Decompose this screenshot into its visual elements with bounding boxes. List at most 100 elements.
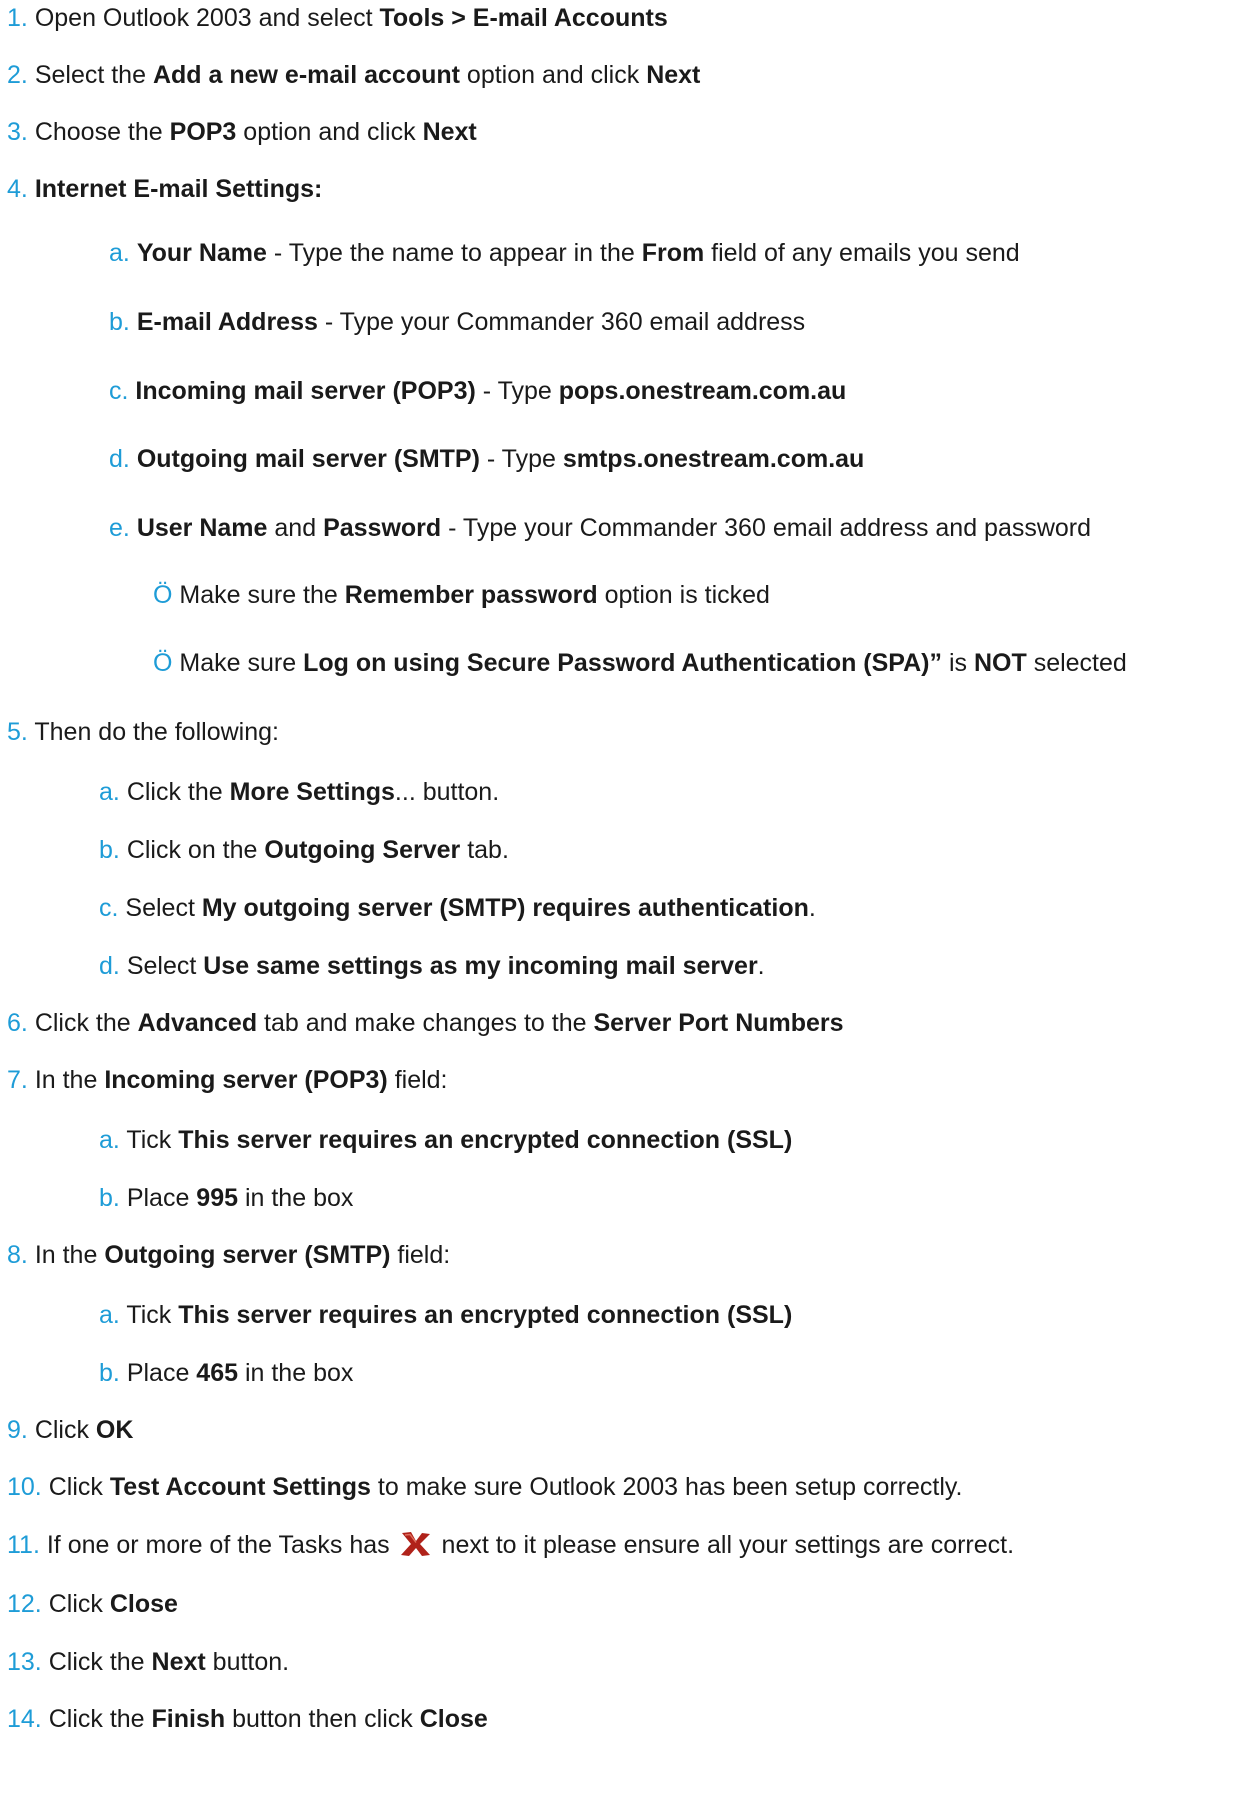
step-bold: Next	[646, 61, 701, 89]
step-5b: b. Click on the Outgoing Server tab.	[99, 835, 509, 865]
step-text: to make sure Outlook 2003 has been setup…	[370, 1473, 963, 1501]
step-bold: This server requires an encrypted connec…	[178, 1126, 793, 1154]
step-text: Click	[34, 1416, 96, 1444]
step-bold: POP3	[169, 118, 237, 146]
step-text: Click the	[48, 1648, 152, 1676]
step-bold: E-mail Address	[136, 308, 318, 336]
step-5c: c. Select My outgoing server (SMTP) requ…	[99, 893, 816, 923]
step-bold: Outgoing server (SMTP)	[104, 1241, 391, 1269]
step-text: tab.	[460, 836, 509, 864]
step-3: 3. Choose the POP3 option and click Next	[7, 117, 477, 147]
step-text: .	[757, 952, 765, 980]
step-text: - Type your Commander 360 email address …	[441, 514, 1092, 542]
step-text: button.	[205, 1648, 290, 1676]
step-text: next to it please ensure all your settin…	[434, 1531, 1015, 1559]
step-7: 7. In the Incoming server (POP3) field:	[7, 1065, 448, 1095]
step-text: option and click	[459, 61, 647, 89]
step-text: - Type	[479, 445, 563, 473]
step-number: 9.	[7, 1416, 28, 1444]
sub-letter: c.	[99, 894, 119, 922]
step-7a: a. Tick This server requires an encrypte…	[99, 1125, 792, 1155]
step-text: field of any emails you send	[704, 239, 1020, 267]
step-bold: pops.onestream.com.au	[558, 377, 847, 405]
step-8b: b. Place 465 in the box	[99, 1358, 353, 1388]
sub-letter: b.	[99, 836, 120, 864]
step-10: 10. Click Test Account Settings to make …	[7, 1472, 963, 1502]
step-bold: 995	[196, 1184, 239, 1212]
step-bold: 465	[196, 1359, 239, 1387]
step-bold: Close	[419, 1705, 488, 1733]
sub-letter: a.	[99, 778, 120, 806]
step-text: selected	[1026, 649, 1127, 677]
step-bold: Finish	[151, 1705, 226, 1733]
step-number: 10.	[7, 1473, 42, 1501]
step-text: Open Outlook 2003 and select	[34, 4, 380, 32]
step-number: 2.	[7, 61, 28, 89]
step-number: 11.	[7, 1531, 40, 1559]
step-11: 11. If one or more of the Tasks has next…	[7, 1529, 1014, 1560]
step-4c: c. Incoming mail server (POP3) - Type po…	[109, 376, 846, 406]
step-number: 13.	[7, 1648, 42, 1676]
step-8: 8. In the Outgoing server (SMTP) field:	[7, 1240, 450, 1270]
step-bold: Outgoing mail server (SMTP)	[136, 445, 480, 473]
step-text: Click on the	[126, 836, 265, 864]
step-text: Select the	[34, 61, 153, 89]
step-5: 5. Then do the following:	[7, 717, 279, 747]
step-text: In the	[34, 1066, 105, 1094]
step-number: 3.	[7, 118, 28, 146]
step-number: 4.	[7, 175, 28, 203]
step-number: 6.	[7, 1009, 28, 1037]
step-text: Click	[48, 1590, 110, 1618]
step-text: button then click	[225, 1705, 420, 1733]
step-bold: Add a new e-mail account	[152, 61, 460, 89]
step-text: in the box	[238, 1184, 354, 1212]
step-bold: Incoming mail server (POP3)	[135, 377, 476, 405]
step-bold: From	[641, 239, 705, 267]
red-x-icon	[400, 1532, 430, 1556]
step-text: option is ticked	[597, 581, 770, 609]
sub-letter: e.	[109, 514, 130, 542]
step-text: Tick	[126, 1126, 179, 1154]
step-bold: Remember password	[344, 581, 598, 609]
step-text: Make sure the	[172, 581, 345, 609]
step-4a: a. Your Name - Type the name to appear i…	[109, 238, 1020, 268]
step-text: Tick	[126, 1301, 179, 1329]
step-text: - Type the name to appear in the	[266, 239, 642, 267]
step-text: - Type your Commander 360 email address	[317, 308, 806, 336]
step-6: 6. Click the Advanced tab and make chang…	[7, 1008, 844, 1038]
step-text: is	[942, 649, 974, 677]
step-text: Place	[126, 1184, 197, 1212]
sub-letter: c.	[109, 377, 129, 405]
step-bold: Use same settings as my incoming mail se…	[203, 952, 758, 980]
sub-letter: d.	[99, 952, 120, 980]
step-text: Click the	[48, 1705, 152, 1733]
step-bold: Next	[422, 118, 477, 146]
step-bold: Outgoing Server	[264, 836, 461, 864]
step-number: 1.	[7, 4, 28, 32]
sub-letter: a.	[99, 1301, 120, 1329]
step-text: Make sure	[172, 649, 304, 677]
step-14: 14. Click the Finish button then click C…	[7, 1704, 488, 1734]
step-13: 13. Click the Next button.	[7, 1647, 289, 1677]
step-number: 7.	[7, 1066, 28, 1094]
step-text: - Type	[475, 377, 559, 405]
step-bold: Test Account Settings	[109, 1473, 371, 1501]
step-5d: d. Select Use same settings as my incomi…	[99, 951, 765, 981]
step-text: and	[267, 514, 324, 542]
sub-letter: b.	[109, 308, 130, 336]
step-8a: a. Tick This server requires an encrypte…	[99, 1300, 792, 1330]
sub-letter: d.	[109, 445, 130, 473]
checkmark-icon: Ö	[153, 581, 173, 609]
step-bold: Internet E-mail Settings:	[34, 175, 323, 203]
step-number: 14.	[7, 1705, 42, 1733]
step-text: In the	[34, 1241, 105, 1269]
step-2: 2. Select the Add a new e-mail account o…	[7, 60, 700, 90]
checkmark-icon: Ö	[153, 649, 173, 677]
sub-letter: a.	[109, 239, 130, 267]
step-number: 5.	[7, 718, 28, 746]
check-remember-password: Ö Make sure the Remember password option…	[153, 580, 770, 610]
step-bold: This server requires an encrypted connec…	[178, 1301, 793, 1329]
check-spa: Ö Make sure Log on using Secure Password…	[153, 648, 1127, 678]
sub-letter: b.	[99, 1359, 120, 1387]
step-number: 8.	[7, 1241, 28, 1269]
